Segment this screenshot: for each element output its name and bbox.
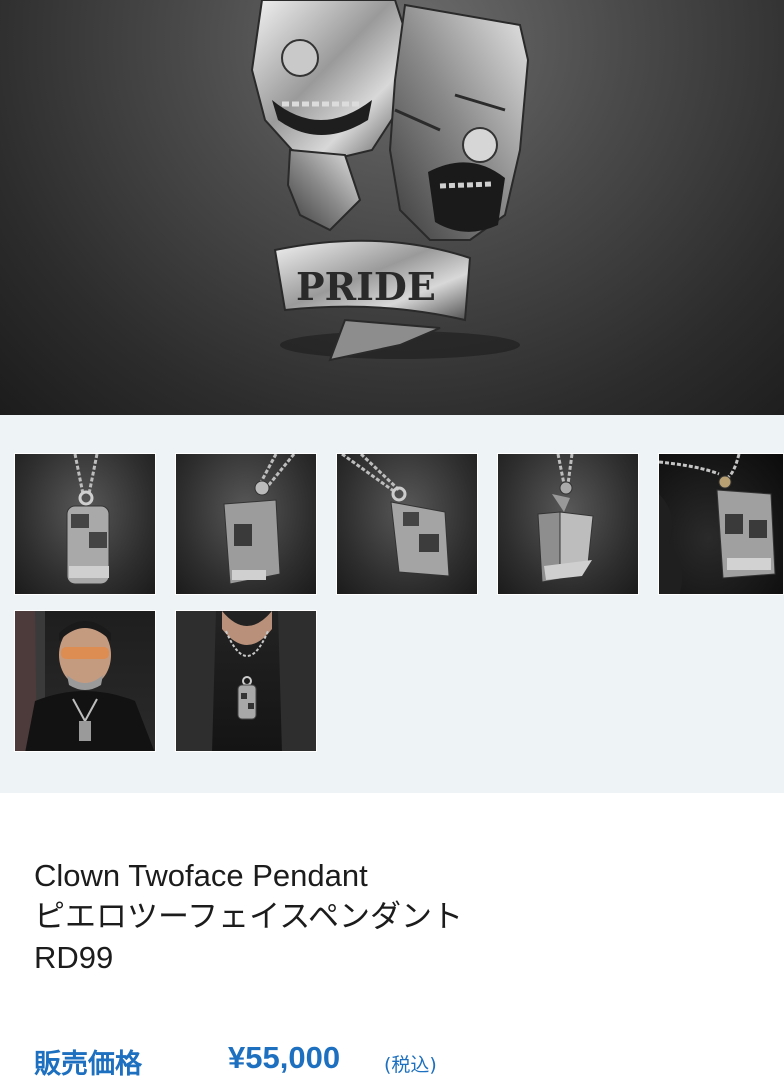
thumbnail-right-angle[interactable] <box>336 453 478 595</box>
model-thumb-image <box>15 611 155 751</box>
product-name-ja: ピエロツーフェイスペンダント <box>34 899 464 934</box>
thumbnail-side-view[interactable] <box>497 453 639 595</box>
thumbnail-front-view[interactable] <box>14 453 156 595</box>
price-label: 販売価格 <box>34 1049 142 1080</box>
pendant-thumb-image <box>659 454 776 594</box>
pendant-thumb-image <box>537 454 594 583</box>
thumbnail-model-closeup[interactable] <box>175 610 317 752</box>
pendant-illustration: PRIDE <box>250 0 530 362</box>
thumbnail-left-angle[interactable] <box>175 453 317 595</box>
pendant-thumb-image <box>223 454 296 585</box>
thumbnail-gallery <box>0 415 784 793</box>
thumbnail-model-portrait[interactable] <box>14 610 156 752</box>
price-value: ¥55,000 <box>228 1040 341 1075</box>
product-name-en: Clown Twoface Pendant <box>34 858 368 893</box>
thumbnail-on-fabric[interactable] <box>658 453 784 595</box>
price-tax-note: (税込) <box>384 1054 437 1076</box>
pendant-thumb-image <box>66 454 110 585</box>
pendant-thumb-image <box>341 454 450 577</box>
hero-engraving-text: PRIDE <box>296 264 436 309</box>
product-title: Clown Twoface Pendant ピエロツーフェイスペンダント RD9… <box>34 855 734 978</box>
product-code: RD99 <box>34 940 114 975</box>
product-info: Clown Twoface Pendant ピエロツーフェイスペンダント RD9… <box>0 793 784 1080</box>
model-thumb-image <box>176 611 316 751</box>
hero-product-image: PRIDE <box>0 0 784 415</box>
